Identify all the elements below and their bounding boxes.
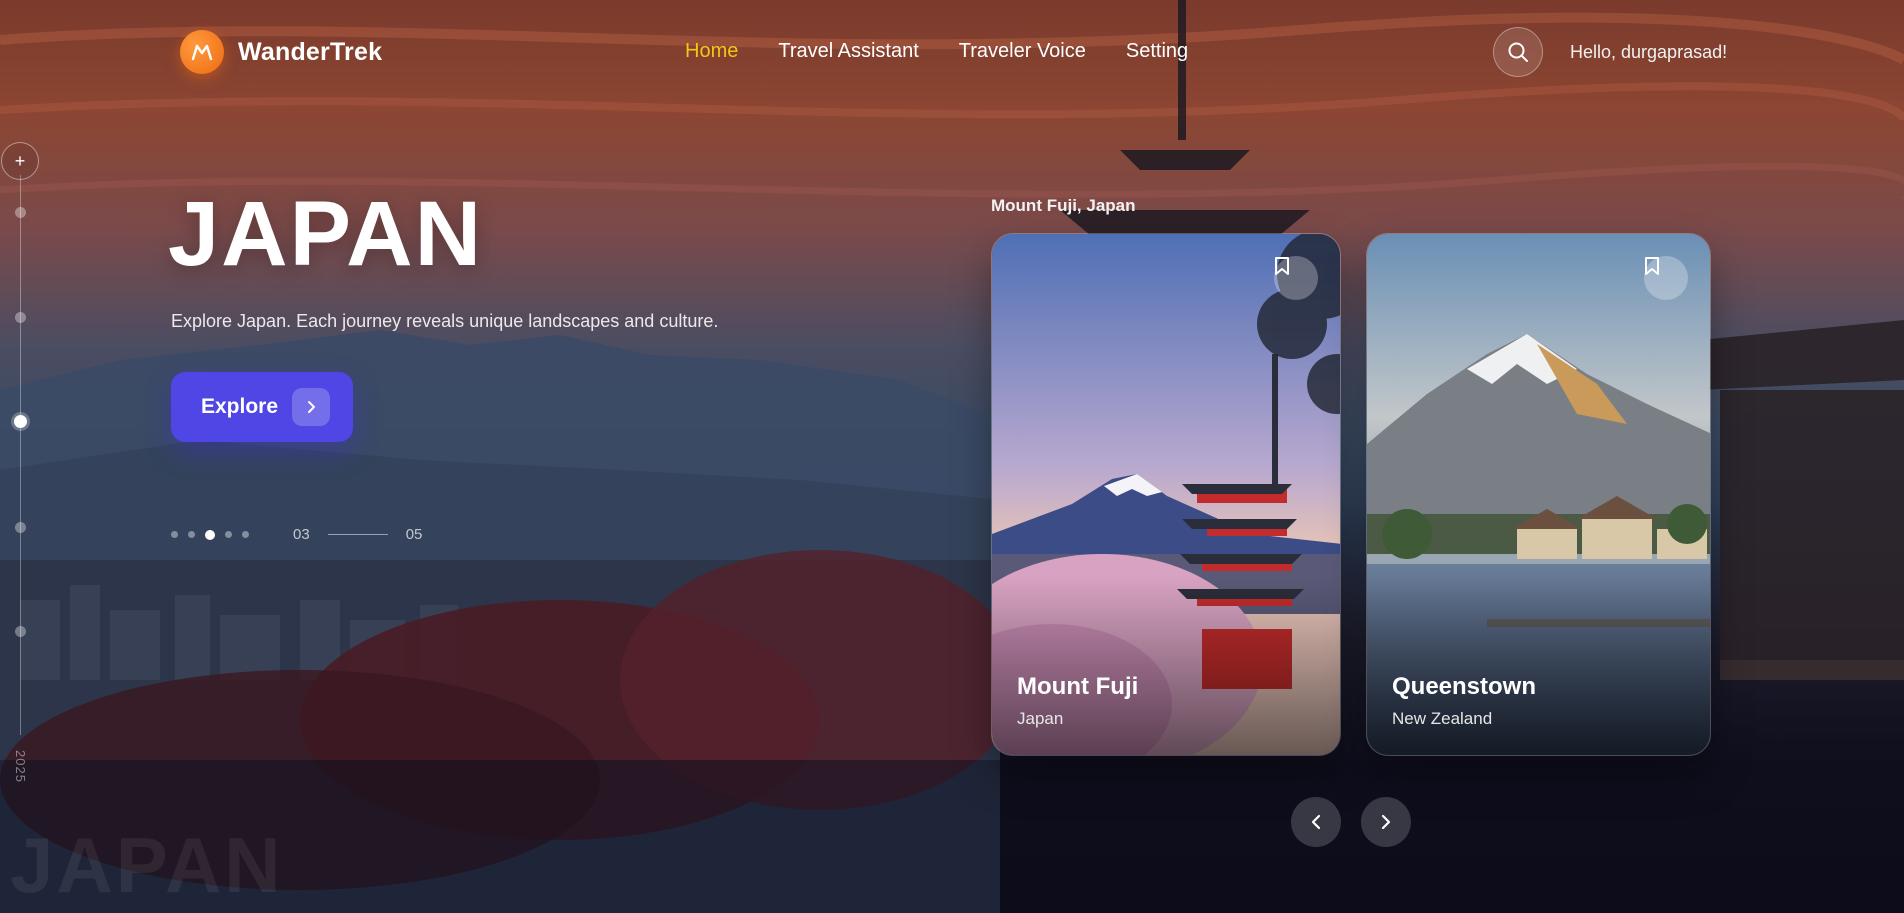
pager-total: 05 bbox=[405, 526, 423, 543]
card-country: Japan bbox=[1017, 709, 1064, 728]
slide-pager: 03 05 bbox=[171, 526, 422, 543]
brand-logo[interactable]: WanderTrek bbox=[180, 30, 382, 74]
mountain-logo-icon bbox=[180, 30, 224, 74]
timeline-add-button[interactable]: + bbox=[1, 142, 39, 180]
chevron-right-icon bbox=[1381, 814, 1391, 830]
timeline-dot[interactable] bbox=[15, 207, 26, 218]
card-country: New Zealand bbox=[1392, 709, 1493, 728]
timeline-year: 2025 bbox=[13, 750, 28, 783]
background-watermark: JAPAN bbox=[10, 821, 284, 909]
explore-button-label: Explore bbox=[201, 395, 279, 418]
brand-name: WanderTrek bbox=[238, 37, 383, 66]
chevron-left-icon bbox=[1311, 814, 1321, 830]
carousel-next-button[interactable] bbox=[1361, 797, 1411, 847]
pager-dot-active[interactable] bbox=[205, 529, 215, 540]
pager-divider bbox=[327, 534, 388, 535]
hero-title: JAPAN bbox=[168, 183, 484, 285]
search-icon bbox=[1508, 42, 1528, 62]
pager-dot[interactable] bbox=[242, 531, 249, 538]
card-title: Mount Fuji bbox=[1017, 673, 1139, 700]
pager-dot[interactable] bbox=[225, 531, 232, 538]
user-greeting[interactable]: Hello, durgaprasad! bbox=[1570, 42, 1727, 63]
carousel-prev-button[interactable] bbox=[1291, 797, 1341, 847]
nav-home[interactable]: Home bbox=[685, 40, 738, 63]
timeline-dot-active[interactable] bbox=[14, 415, 27, 428]
nav-setting[interactable]: Setting bbox=[1126, 40, 1188, 63]
timeline-dot[interactable] bbox=[15, 312, 26, 323]
timeline-dot[interactable] bbox=[15, 522, 26, 533]
timeline-dot[interactable] bbox=[15, 626, 26, 637]
bookmark-icon[interactable] bbox=[1644, 256, 1688, 300]
explore-button[interactable]: Explore bbox=[171, 372, 353, 442]
plus-icon: + bbox=[14, 150, 26, 171]
card-title: Queenstown bbox=[1392, 673, 1537, 700]
chevron-right-icon bbox=[292, 388, 331, 426]
top-header: WanderTrek Home Travel Assistant Travele… bbox=[0, 0, 1904, 106]
nav-traveler-voice[interactable]: Traveler Voice bbox=[959, 40, 1086, 63]
hero-subtitle: Explore Japan. Each journey reveals uniq… bbox=[171, 311, 719, 331]
timeline-line bbox=[20, 175, 21, 735]
destination-card-mount-fuji[interactable]: Mount Fuji Japan bbox=[991, 233, 1341, 756]
pager-current: 03 bbox=[293, 526, 310, 543]
bookmark-icon[interactable] bbox=[1274, 256, 1318, 300]
carousel-caption: Mount Fuji, Japan bbox=[991, 196, 1136, 215]
destination-card-queenstown[interactable]: Queenstown New Zealand bbox=[1366, 233, 1711, 756]
main-nav: Home Travel Assistant Traveler Voice Set… bbox=[685, 40, 1188, 63]
pager-dot[interactable] bbox=[188, 531, 195, 538]
nav-travel-assistant[interactable]: Travel Assistant bbox=[778, 40, 918, 63]
search-button[interactable] bbox=[1493, 27, 1543, 77]
pager-dot[interactable] bbox=[171, 531, 178, 538]
